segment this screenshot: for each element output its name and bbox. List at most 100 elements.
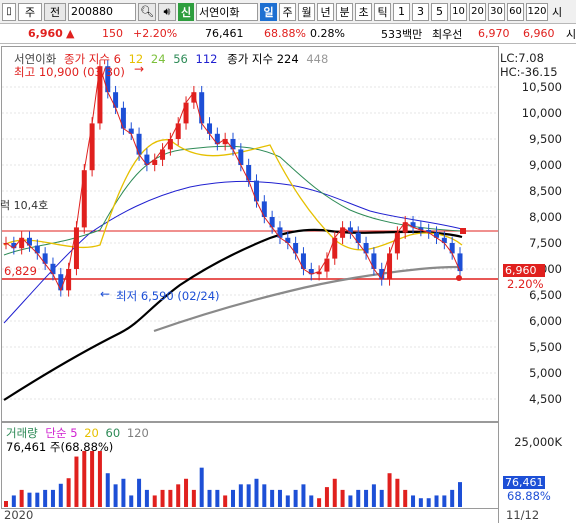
volume-bar: [458, 482, 462, 507]
interval-3-button[interactable]: 3: [412, 2, 429, 21]
volume-bar: [270, 489, 275, 507]
stock-name-field: 서연이화: [196, 2, 258, 21]
high-label: 최고 10,900 (03/30): [14, 65, 125, 79]
volume-bar: [215, 489, 220, 507]
candle-body: [183, 102, 189, 124]
code-input[interactable]: 200880: [68, 2, 136, 21]
prev-label: 전: [49, 5, 61, 19]
period-label: 초: [358, 5, 369, 19]
market-label: 주: [24, 5, 36, 19]
period-year-button[interactable]: 년: [317, 2, 334, 21]
volume-bar: [403, 489, 408, 507]
volume-bar: [426, 498, 431, 507]
chart-area[interactable]: → ← 서연이화 종가 지수 6 12 24 56 112 종가 지수 224 …: [0, 45, 576, 524]
trade-amount: 533백만: [381, 27, 423, 41]
ma-112-line: [3, 228, 463, 401]
volume-bar: [191, 489, 196, 507]
interval-10-button[interactable]: 10: [450, 2, 467, 21]
candle-body: [113, 92, 119, 108]
volume-bar: [97, 451, 102, 507]
volume-bar: [371, 484, 376, 507]
pct-tag: 2.20%: [507, 277, 544, 291]
volume-bar: [238, 484, 243, 507]
y-tick-label: 5,500: [529, 340, 562, 354]
candle-body: [394, 232, 400, 254]
ma-24-line: [3, 145, 463, 256]
volume-bar: [4, 501, 8, 507]
period-tick-button[interactable]: 틱: [374, 2, 391, 21]
period-week-button[interactable]: 주: [279, 2, 296, 21]
last-price-marker: [460, 228, 466, 234]
volume-y-tick: 25,000K: [514, 435, 562, 449]
period-second-button[interactable]: 초: [355, 2, 372, 21]
volume-ma-kind: 단순: [45, 426, 67, 440]
quote-bar: 6,960 ▲ 150 +2.20% 76,461 68.88% 0.28% 5…: [0, 24, 576, 44]
candle-body: [58, 274, 64, 291]
candle-body: [199, 92, 205, 124]
interval-label: 20: [471, 6, 484, 17]
period-month-button[interactable]: 월: [298, 2, 315, 21]
volume-bar: [90, 451, 95, 507]
window-icon[interactable]: ▯: [2, 2, 16, 21]
candle-body: [89, 123, 95, 171]
volume-bar: [254, 478, 259, 507]
interval-120-button[interactable]: 120: [526, 2, 548, 21]
volume-legend-label: 거래량: [6, 426, 38, 440]
interval-label: 60: [509, 6, 522, 17]
candle-body: [332, 237, 338, 259]
toolbar-overflow: 시: [550, 3, 564, 21]
hc-label: HC:-36.15: [500, 65, 558, 79]
legend-ma-448: 448: [306, 52, 329, 66]
search-icon[interactable]: 🔍︎: [138, 2, 156, 21]
candle-body: [175, 123, 181, 139]
interval-20-button[interactable]: 20: [469, 2, 486, 21]
candle-body: [261, 201, 267, 217]
change-amount: 150: [102, 27, 123, 40]
volume-bar: [332, 478, 337, 507]
period-minute-button[interactable]: 분: [336, 2, 353, 21]
volume-bar: [11, 495, 16, 507]
interval-label: 30: [490, 6, 503, 17]
candle-body: [73, 227, 79, 269]
change-percent: +2.20%: [133, 27, 178, 40]
volume-tag: 76,461: [503, 476, 545, 489]
volume-bar: [324, 487, 329, 507]
price: 6,960: [28, 27, 63, 40]
interval-1-button[interactable]: 1: [393, 2, 410, 21]
turnover: 0.28%: [310, 27, 345, 40]
price-tag: 6,960: [503, 264, 545, 277]
prev-button[interactable]: 전: [44, 2, 66, 21]
ma-56-line: [3, 180, 463, 324]
volume-bar: [176, 484, 181, 507]
volume-ma-120: 120: [126, 426, 149, 440]
volume-bar: [340, 489, 345, 507]
y-tick-label: 6,000: [529, 314, 562, 328]
volume-current: 76,461 주(68.88%): [6, 440, 114, 454]
volume-bar: [418, 498, 423, 507]
quote-overflow: 시: [566, 27, 576, 41]
interval-label: 5: [436, 5, 443, 18]
legend-ma-12: 12: [128, 52, 144, 66]
interval-5-button[interactable]: 5: [431, 2, 448, 21]
new-listing-badge: 신: [178, 2, 194, 21]
left-level-label: 6,829: [4, 264, 37, 278]
toolbar-cut-text: 시: [551, 5, 563, 19]
y-tick-label: 4,500: [529, 392, 562, 406]
market-select[interactable]: 주: [18, 2, 42, 21]
volume-bar: [411, 495, 416, 507]
volume-bar: [442, 495, 447, 507]
y-tick-label: 9,000: [529, 158, 562, 172]
interval-60-button[interactable]: 60: [507, 2, 524, 21]
volume-bar: [137, 478, 142, 507]
speaker-icon[interactable]: 🔊︎: [158, 2, 176, 21]
interval-30-button[interactable]: 30: [488, 2, 505, 21]
candle-body: [81, 170, 87, 228]
volume-ma-60: 60: [105, 426, 121, 440]
low-label: 최저 6,590 (02/24): [116, 289, 220, 303]
volume-bar: [160, 489, 165, 507]
lc-label: LC:7.08: [500, 51, 544, 65]
volume-bar: [434, 495, 439, 507]
period-day-button[interactable]: 일: [260, 2, 277, 21]
period-label: 주: [282, 5, 293, 19]
volume-bar: [348, 495, 353, 507]
